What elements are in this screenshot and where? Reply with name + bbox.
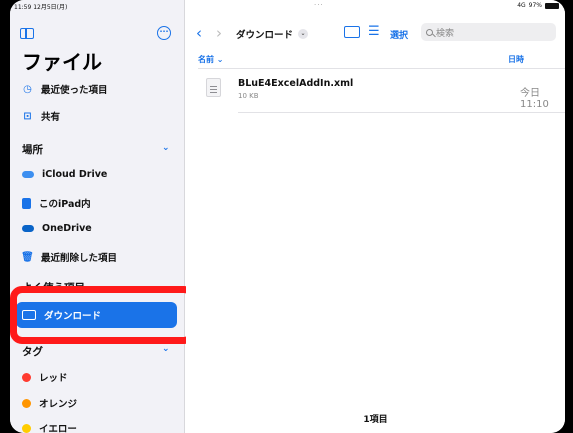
yellow-tag-icon bbox=[22, 423, 31, 433]
tags-header: タグ bbox=[22, 346, 43, 358]
multitask-dots[interactable]: ··· bbox=[314, 1, 324, 9]
status-indicators: 4G 97% bbox=[517, 2, 559, 9]
onedrive-icon bbox=[22, 225, 34, 232]
new-folder-icon[interactable] bbox=[344, 26, 360, 38]
file-date: 今日 11:10 bbox=[520, 88, 549, 110]
sidebar-item-on-ipad[interactable]: このiPad内 bbox=[22, 196, 91, 210]
orange-tag-icon bbox=[22, 398, 31, 408]
search-icon bbox=[426, 28, 433, 36]
column-header-name[interactable]: 名前 ⌄ bbox=[198, 54, 224, 65]
chevron-down-icon[interactable]: ⌄ bbox=[162, 344, 170, 354]
file-browser: ··· 4G 97% ‹ › ダウンロード ⌄ ☰ 選択 検索 名前 ⌄ 日時 B… bbox=[186, 0, 565, 433]
divider bbox=[198, 68, 565, 69]
sidebar-item-tag-orange[interactable]: オレンジ bbox=[22, 396, 77, 410]
icloud-icon bbox=[22, 171, 34, 178]
item-count: 1項目 bbox=[363, 415, 388, 425]
red-tag-icon bbox=[22, 372, 31, 382]
highlight-box bbox=[10, 286, 196, 344]
locations-header: 場所 bbox=[22, 144, 43, 156]
column-header-date[interactable]: 日時 bbox=[508, 54, 524, 65]
chevron-down-icon[interactable]: ⌄ bbox=[162, 143, 170, 153]
chevron-down-icon: ⌄ bbox=[298, 29, 309, 39]
sidebar-item-recently-deleted[interactable]: 🗑 最近削除した項目 bbox=[21, 250, 117, 265]
sidebar-item-recent[interactable]: ◷ 最近使った項目 bbox=[22, 82, 107, 97]
divider bbox=[238, 112, 565, 113]
clock-icon: ◷ bbox=[23, 83, 32, 95]
select-button[interactable]: 選択 bbox=[390, 28, 408, 41]
sidebar-item-onedrive[interactable]: OneDrive bbox=[22, 223, 92, 234]
ipad-icon bbox=[22, 197, 31, 209]
sidebar-item-tag-red[interactable]: レッド bbox=[22, 370, 68, 384]
back-button[interactable]: ‹ bbox=[196, 24, 202, 42]
page-title: ファイル bbox=[22, 50, 102, 74]
file-name: BLuE4ExcelAddIn.xml bbox=[238, 78, 354, 89]
forward-button[interactable]: › bbox=[216, 24, 222, 42]
battery-icon bbox=[545, 2, 559, 9]
sidebar: 11:59 12月5日(月) ··· ファイル ◷ 最近使った項目 ⊡ 共有 場… bbox=[10, 0, 185, 433]
file-size: 10 KB bbox=[238, 92, 259, 100]
folder-title[interactable]: ダウンロード ⌄ bbox=[236, 27, 309, 41]
more-options-icon[interactable]: ··· bbox=[157, 26, 171, 40]
status-time: 11:59 12月5日(月) bbox=[14, 4, 68, 11]
sidebar-item-icloud-drive[interactable]: iCloud Drive bbox=[22, 169, 107, 180]
sidebar-item-shared[interactable]: ⊡ 共有 bbox=[22, 109, 60, 124]
sidebar-toggle-icon[interactable] bbox=[20, 28, 34, 39]
shared-folder-icon: ⊡ bbox=[23, 110, 32, 122]
search-input[interactable]: 検索 bbox=[421, 23, 556, 41]
document-icon bbox=[206, 78, 221, 97]
sidebar-item-tag-yellow[interactable]: イエロー bbox=[22, 421, 77, 433]
trash-icon: 🗑 bbox=[21, 251, 34, 263]
ipad-screen: 11:59 12月5日(月) ··· ファイル ◷ 最近使った項目 ⊡ 共有 場… bbox=[10, 0, 565, 433]
list-view-icon[interactable]: ☰ bbox=[368, 24, 380, 39]
file-row[interactable]: BLuE4ExcelAddIn.xml 10 KB 今日 11:10 bbox=[198, 72, 565, 112]
